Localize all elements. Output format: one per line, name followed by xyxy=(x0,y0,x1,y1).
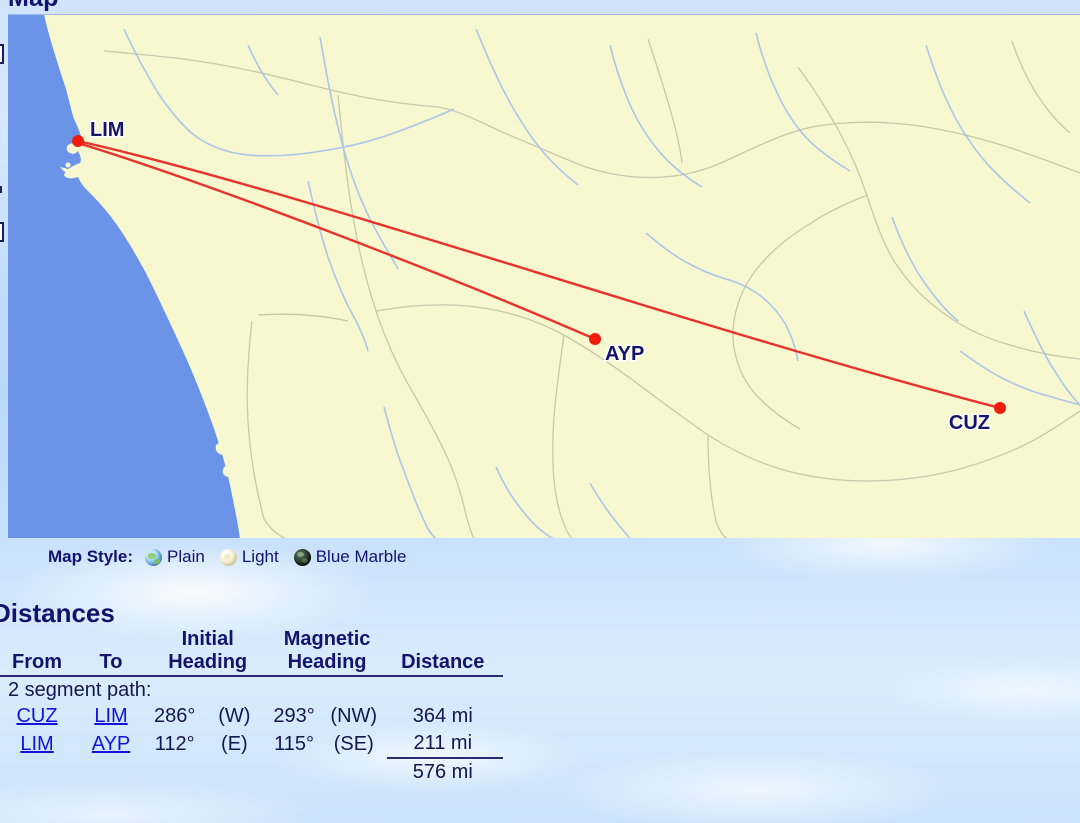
page-title: Map xyxy=(8,0,59,13)
row-0-to-link[interactable]: LIM xyxy=(94,705,127,727)
airport-marker-cuz xyxy=(994,402,1006,414)
row-0-to-cell: LIM xyxy=(74,703,148,730)
map-style-option-plain[interactable]: Plain xyxy=(145,547,205,567)
row-1-initial-heading: 112° xyxy=(154,732,195,755)
path-note-row: 2 segment path: xyxy=(0,676,503,704)
column-header-distance: Distance xyxy=(386,628,503,677)
table-row: CUZ LIM 286° (W) 293° (NW) 364 mi xyxy=(0,703,503,730)
row-1-from-cell: LIM xyxy=(0,730,74,758)
airport-label-lim: LIM xyxy=(90,119,124,141)
airport-marker-lim xyxy=(72,135,84,147)
airport-label-cuz: CUZ xyxy=(949,412,990,434)
column-header-from: From xyxy=(0,628,74,677)
map-style-row: Map Style: Plain Light Blue Marble xyxy=(0,544,1080,570)
column-header-magnetic-heading-line2: Heading xyxy=(287,650,367,673)
column-header-initial-heading-line2: Heading xyxy=(168,650,248,673)
map-island-1 xyxy=(127,220,133,226)
map-style-label: Map Style: xyxy=(48,547,134,566)
row-1-initial-direction: (E) xyxy=(221,732,248,755)
map-style-option-blue-marble-label: Blue Marble xyxy=(315,547,407,566)
row-1-magnetic-direction: (SE) xyxy=(333,732,374,755)
route-map[interactable]: LIM AYP CUZ xyxy=(8,14,1080,538)
cropped-left-control-top[interactable] xyxy=(0,44,4,64)
globe-light-icon xyxy=(219,548,237,566)
row-0-from-cell: CUZ xyxy=(0,703,74,730)
map-style-option-blue-marble[interactable]: Blue Marble xyxy=(293,547,407,567)
table-row: LIM AYP 112° (E) 115° (SE) 211 mi xyxy=(0,730,503,759)
row-0-magnetic-direction: (NW) xyxy=(330,705,378,728)
total-distance: 576 mi xyxy=(412,760,473,783)
map-island-2 xyxy=(141,208,147,214)
globe-blue-marble-icon xyxy=(293,548,311,566)
row-1-distance: 211 mi xyxy=(386,730,503,759)
cropped-left-marker xyxy=(0,186,2,193)
row-1-from-link[interactable]: LIM xyxy=(20,733,53,755)
row-1-magnetic-heading: 115° xyxy=(274,732,314,755)
distances-table: From To Initial Heading Magnetic Heading… xyxy=(0,628,503,786)
airport-label-ayp: AYP xyxy=(605,343,644,365)
cropped-left-control-bottom[interactable] xyxy=(0,222,4,242)
column-header-magnetic-heading: Magnetic Heading xyxy=(267,628,387,677)
row-0-magnetic-heading: 293° xyxy=(273,705,315,728)
globe-plain-icon xyxy=(145,548,163,566)
row-1-to-link[interactable]: AYP xyxy=(92,733,131,755)
total-spacer xyxy=(0,758,387,786)
distances-heading: Distances xyxy=(0,598,115,628)
map-style-option-light[interactable]: Light xyxy=(219,547,279,567)
column-header-to: To xyxy=(74,628,148,677)
column-header-initial-heading: Initial Heading xyxy=(148,628,268,677)
column-header-distance-label: Distance xyxy=(401,650,485,673)
path-note: 2 segment path: xyxy=(8,678,152,701)
row-1-to-cell: AYP xyxy=(74,730,148,758)
map-canvas: LIM AYP CUZ xyxy=(8,15,1080,538)
map-island-3 xyxy=(65,162,71,168)
row-0-from-link[interactable]: CUZ xyxy=(16,705,57,727)
distances-table-header-row: From To Initial Heading Magnetic Heading… xyxy=(0,628,503,677)
map-style-option-light-label: Light xyxy=(241,547,279,566)
column-header-to-label: To xyxy=(99,650,123,673)
row-0-distance: 364 mi xyxy=(412,705,473,728)
row-0-initial-direction: (W) xyxy=(218,705,251,728)
airport-marker-ayp xyxy=(589,333,601,345)
total-row: 576 mi xyxy=(0,758,503,786)
column-header-magnetic-heading-line1: Magnetic xyxy=(283,628,371,650)
column-header-from-label: From xyxy=(12,650,62,673)
row-0-initial-heading: 286° xyxy=(154,705,196,728)
map-style-option-plain-label: Plain xyxy=(167,547,205,566)
column-header-initial-heading-line1: Initial xyxy=(181,628,234,650)
